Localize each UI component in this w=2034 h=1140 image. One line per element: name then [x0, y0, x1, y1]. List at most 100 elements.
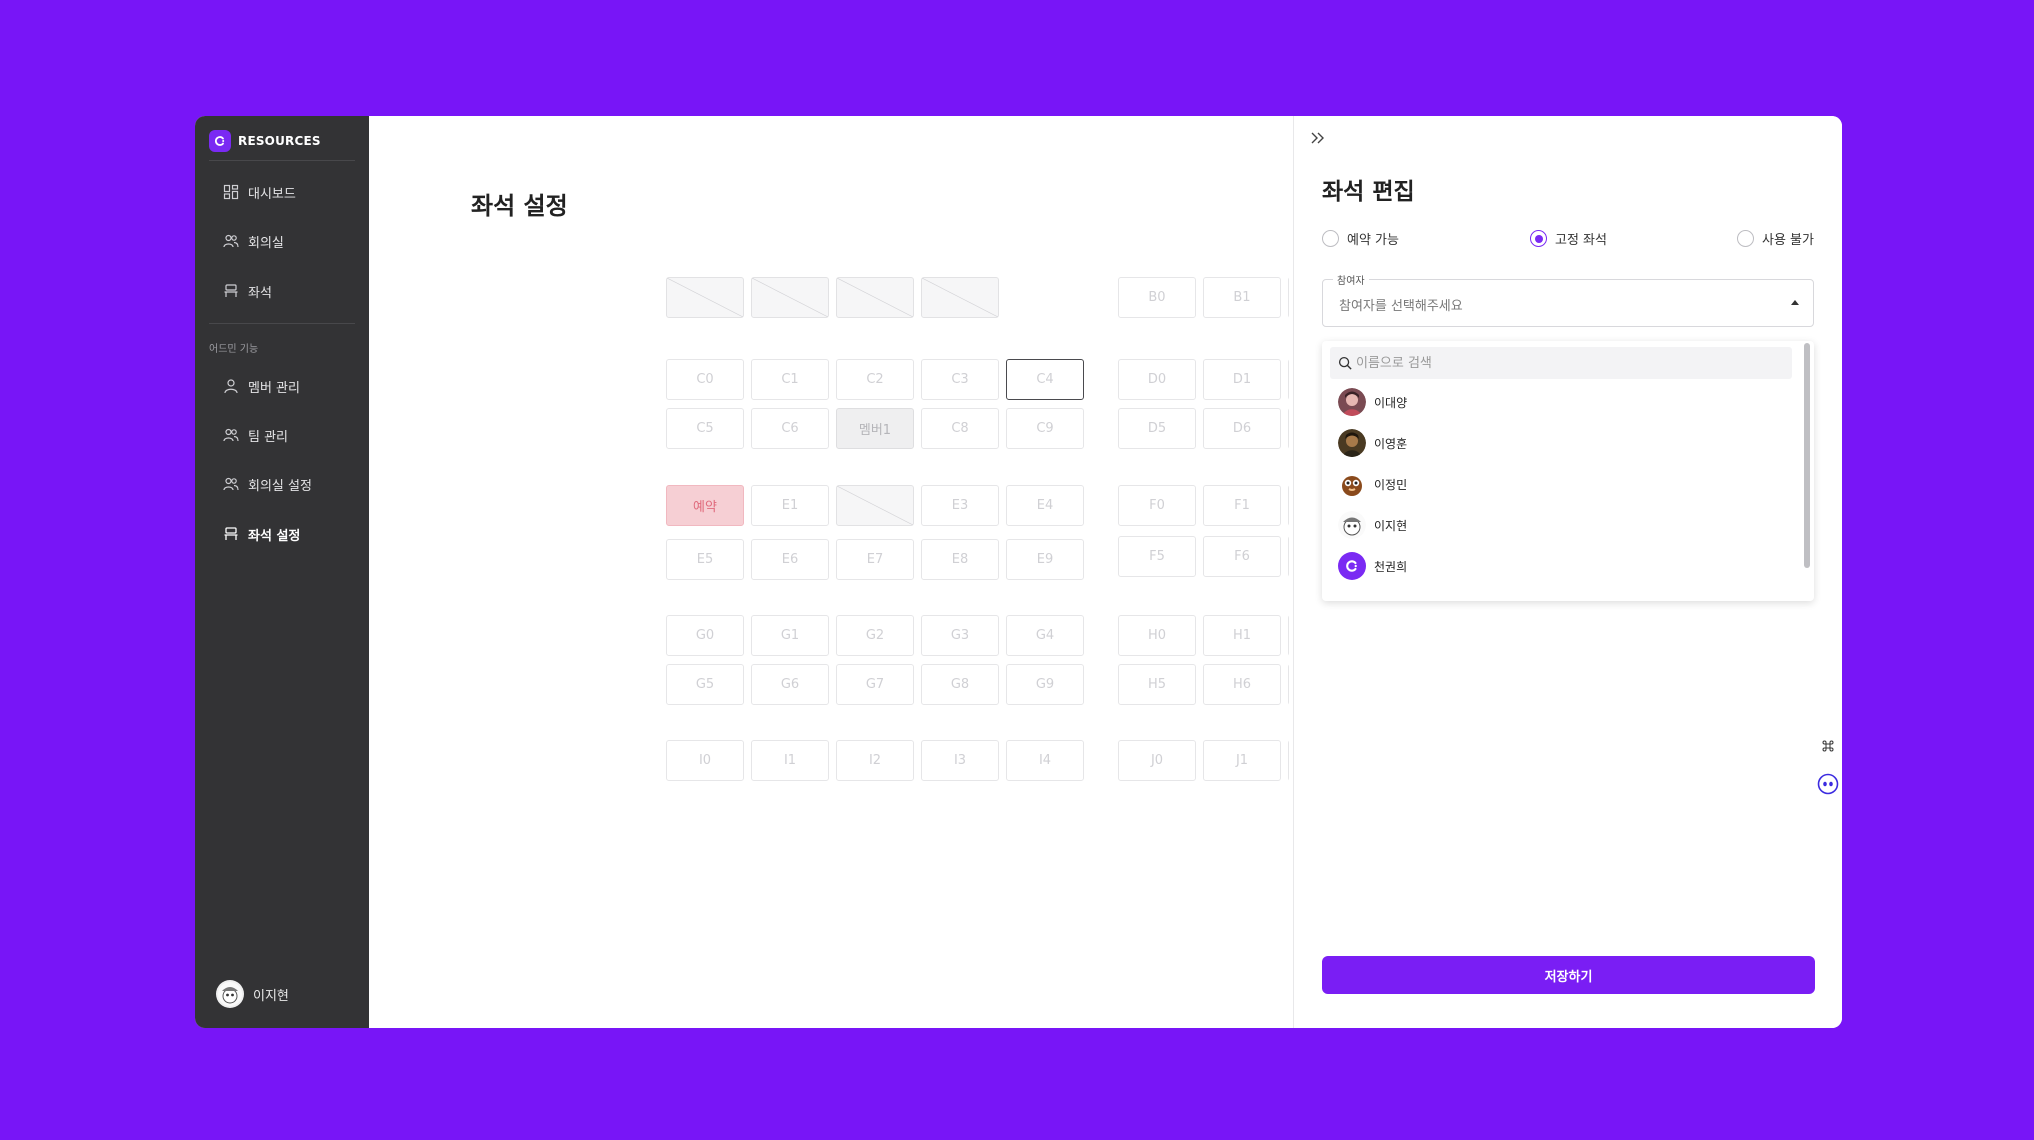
seat[interactable]: H2	[1288, 615, 1289, 656]
seat[interactable]: E7	[836, 539, 914, 580]
seat[interactable]: G2	[836, 615, 914, 656]
seat[interactable]: D1	[1203, 359, 1281, 400]
radio-button[interactable]	[1737, 230, 1754, 247]
save-button[interactable]: 저장하기	[1322, 956, 1815, 994]
search-box[interactable]	[1330, 347, 1792, 379]
seat-icon	[224, 284, 238, 297]
radio-button[interactable]	[1322, 230, 1339, 247]
seat[interactable]: I2	[836, 740, 914, 781]
seat-disabled[interactable]	[751, 277, 829, 318]
seat[interactable]: C5	[666, 408, 744, 449]
seat-disabled[interactable]	[666, 277, 744, 318]
seat[interactable]: G3	[921, 615, 999, 656]
seat[interactable]: D6	[1203, 408, 1281, 449]
people-icon	[223, 234, 239, 248]
seat[interactable]: E4	[1006, 485, 1084, 526]
seat[interactable]: G1	[751, 615, 829, 656]
radio-fixed-seat[interactable]: 고정 좌석	[1530, 229, 1607, 248]
seat[interactable]: D7	[1288, 408, 1289, 449]
seat-disabled[interactable]	[921, 277, 999, 318]
seat[interactable]: C3	[921, 359, 999, 400]
sidebar-item-meeting-rooms[interactable]: 회의실	[223, 229, 284, 253]
dropdown-scrollbar[interactable]	[1804, 343, 1810, 568]
seat[interactable]: C8	[921, 408, 999, 449]
seat[interactable]: G9	[1006, 664, 1084, 705]
seat[interactable]: B0	[1118, 277, 1196, 318]
seat[interactable]: E6	[751, 539, 829, 580]
radio-unavailable[interactable]: 사용 불가	[1737, 229, 1814, 248]
sidebar-item-dashboard[interactable]: 대시보드	[223, 180, 296, 204]
seat-reserved[interactable]: 예약	[666, 485, 744, 526]
seat[interactable]: H0	[1118, 615, 1196, 656]
seat[interactable]: G6	[751, 664, 829, 705]
radio-reservable[interactable]: 예약 가능	[1322, 229, 1399, 248]
seat[interactable]: B1	[1203, 277, 1281, 318]
brand[interactable]: RESOURCES	[209, 130, 321, 152]
page-title: 좌석 설정	[471, 192, 568, 220]
seat[interactable]: H1	[1203, 615, 1281, 656]
participant-name: 이지현	[1374, 518, 1408, 533]
seat[interactable]: E1	[751, 485, 829, 526]
participant-option[interactable]: 이대양	[1338, 387, 1778, 417]
seat[interactable]: D5	[1118, 408, 1196, 449]
seat[interactable]: G4	[1006, 615, 1084, 656]
seat-disabled[interactable]	[836, 485, 914, 526]
participant-name: 이정민	[1374, 477, 1408, 492]
search-input[interactable]	[1356, 355, 1756, 371]
sidebar-item-seats[interactable]: 좌석	[223, 279, 272, 303]
seat[interactable]: G5	[666, 664, 744, 705]
seat[interactable]: H5	[1118, 664, 1196, 705]
seat-selected[interactable]: C4	[1006, 359, 1084, 400]
command-shortcut-button[interactable]	[1814, 732, 1842, 760]
seat[interactable]: C6	[751, 408, 829, 449]
user-profile[interactable]: 이지현	[216, 980, 289, 1008]
seat[interactable]: I1	[751, 740, 829, 781]
seat[interactable]: J1	[1203, 740, 1281, 781]
search-icon	[1338, 356, 1352, 370]
seat[interactable]: I0	[666, 740, 744, 781]
radio-button-checked[interactable]	[1530, 230, 1547, 247]
seat[interactable]: C9	[1006, 408, 1084, 449]
seat[interactable]: C2	[836, 359, 914, 400]
sidebar-item-team-management[interactable]: 팀 관리	[223, 423, 288, 447]
seat-disabled[interactable]	[836, 277, 914, 318]
seat[interactable]: G7	[836, 664, 914, 705]
seat-fixed-member[interactable]: 멤버1	[836, 408, 914, 449]
participant-select[interactable]: 참여자 참여자를 선택해주세요	[1322, 272, 1814, 327]
seat[interactable]: G8	[921, 664, 999, 705]
seat[interactable]: D2	[1288, 359, 1289, 400]
seat[interactable]: J2	[1288, 740, 1289, 781]
people-icon	[223, 477, 239, 491]
seat[interactable]: H7	[1288, 664, 1289, 705]
seat[interactable]: F0	[1118, 485, 1196, 526]
seat[interactable]: E3	[921, 485, 999, 526]
seat[interactable]: F1	[1203, 485, 1281, 526]
participant-option[interactable]: 천권희	[1338, 551, 1778, 581]
seat[interactable]: G0	[666, 615, 744, 656]
seat[interactable]: F6	[1203, 536, 1281, 577]
seat[interactable]: I3	[921, 740, 999, 781]
participant-option[interactable]: 이정민	[1338, 469, 1778, 499]
sidebar-item-seat-settings[interactable]: 좌석 설정	[223, 522, 300, 546]
sidebar-item-meeting-room-settings[interactable]: 회의실 설정	[223, 472, 312, 496]
seat[interactable]: E9	[1006, 539, 1084, 580]
sidebar-item-member-management[interactable]: 멤버 관리	[223, 374, 300, 398]
seat[interactable]: F7	[1288, 536, 1289, 577]
seat[interactable]: C0	[666, 359, 744, 400]
seat[interactable]: F2	[1288, 485, 1289, 526]
seat[interactable]: D0	[1118, 359, 1196, 400]
seat[interactable]: H6	[1203, 664, 1281, 705]
participant-option[interactable]: 이영훈	[1338, 428, 1778, 458]
collapse-panel-button[interactable]	[1308, 128, 1328, 148]
seat[interactable]: I4	[1006, 740, 1084, 781]
seat[interactable]: B2	[1288, 277, 1289, 318]
participant-name: 이영훈	[1374, 436, 1408, 451]
seat[interactable]: E5	[666, 539, 744, 580]
seat[interactable]: J0	[1118, 740, 1196, 781]
assistant-button[interactable]	[1814, 770, 1842, 798]
participant-option[interactable]: 이지현	[1338, 510, 1778, 540]
seat[interactable]: C1	[751, 359, 829, 400]
seat[interactable]: E8	[921, 539, 999, 580]
seat[interactable]: F5	[1118, 536, 1196, 577]
sidebar-item-label: 회의실	[248, 235, 284, 251]
